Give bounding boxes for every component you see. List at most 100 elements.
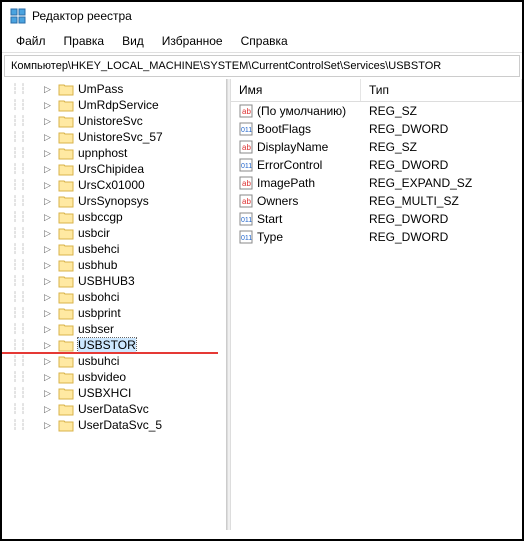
tree-item-usbvideo[interactable]: ▷usbvideo — [42, 369, 226, 385]
tree-item-unistoresvc[interactable]: ▷UnistoreSvc — [42, 113, 226, 129]
tree-item-usbcir[interactable]: ▷usbcir — [42, 225, 226, 241]
chevron-right-icon[interactable]: ▷ — [44, 228, 54, 239]
folder-icon — [58, 242, 74, 256]
tree-item-usbhub3[interactable]: ▷ USBHUB3 — [42, 273, 226, 289]
chevron-right-icon[interactable]: ▷ — [44, 84, 54, 95]
value-row[interactable]: 011BootFlagsREG_DWORD — [231, 120, 522, 138]
chevron-right-icon[interactable]: ▷ — [44, 116, 54, 127]
tree-item-usbstor[interactable]: ▷USBSTOR — [42, 337, 226, 353]
value-type: REG_MULTI_SZ — [361, 193, 522, 209]
value-row[interactable]: abImagePathREG_EXPAND_SZ — [231, 174, 522, 192]
tree-item-userdatasvc_5[interactable]: ▷UserDataSvc_5 — [42, 417, 226, 433]
chevron-right-icon[interactable]: ▷ — [44, 100, 54, 111]
chevron-right-icon[interactable]: ▷ — [44, 180, 54, 191]
folder-icon — [58, 338, 74, 352]
tree-item-usbuhci[interactable]: ▷ usbuhci — [42, 353, 226, 369]
folder-icon — [58, 322, 74, 336]
tree-item-upnphost[interactable]: ▷upnphost — [42, 145, 226, 161]
tree-item-usbohci[interactable]: ▷usbohci — [42, 289, 226, 305]
chevron-right-icon[interactable]: ▷ — [44, 372, 54, 383]
svg-text:ab: ab — [242, 197, 251, 206]
chevron-right-icon[interactable]: ▷ — [44, 340, 54, 351]
binary-value-icon: 011 — [239, 212, 253, 226]
value-type: REG_DWORD — [361, 211, 522, 227]
tree-item-label: usbuhci — [78, 354, 119, 368]
folder-icon — [58, 418, 74, 432]
folder-icon — [58, 290, 74, 304]
tree-item-urscx01000[interactable]: ▷ UrsCx01000 — [42, 177, 226, 193]
tree-item-usbprint[interactable]: ▷ usbprint — [42, 305, 226, 321]
value-type: REG_EXPAND_SZ — [361, 175, 522, 191]
chevron-right-icon[interactable]: ▷ — [44, 164, 54, 175]
chevron-right-icon[interactable]: ▷ — [44, 260, 54, 271]
menu-file[interactable]: Файл — [8, 32, 54, 50]
value-row[interactable]: 011ErrorControlREG_DWORD — [231, 156, 522, 174]
tree-item-label: UrsCx01000 — [78, 178, 145, 192]
chevron-right-icon[interactable]: ▷ — [44, 324, 54, 335]
chevron-right-icon[interactable]: ▷ — [44, 196, 54, 207]
tree-item-label: usbprint — [78, 306, 121, 320]
tree-item-usbccgp[interactable]: ▷usbccgp — [42, 209, 226, 225]
chevron-right-icon[interactable]: ▷ — [44, 388, 54, 399]
string-value-icon: ab — [239, 104, 253, 118]
chevron-right-icon[interactable]: ▷ — [44, 308, 54, 319]
chevron-right-icon[interactable]: ▷ — [44, 292, 54, 303]
tree-item-label: USBHUB3 — [78, 274, 135, 288]
tree-item-unistoresvc_57[interactable]: ▷ UnistoreSvc_57 — [42, 129, 226, 145]
value-row[interactable]: ab(По умолчанию)REG_SZ — [231, 102, 522, 120]
chevron-right-icon[interactable]: ▷ — [44, 212, 54, 223]
folder-icon — [58, 114, 74, 128]
value-name: BootFlags — [257, 122, 311, 136]
binary-value-icon: 011 — [239, 158, 253, 172]
menu-edit[interactable]: Правка — [56, 32, 113, 50]
chevron-right-icon[interactable]: ▷ — [44, 132, 54, 143]
value-type: REG_SZ — [361, 139, 522, 155]
titlebar: Редактор реестра — [2, 2, 522, 30]
value-row[interactable]: abOwnersREG_MULTI_SZ — [231, 192, 522, 210]
folder-icon — [58, 130, 74, 144]
tree-item-usbehci[interactable]: ▷ usbehci — [42, 241, 226, 257]
folder-icon — [58, 370, 74, 384]
chevron-right-icon[interactable]: ▷ — [44, 356, 54, 367]
value-row[interactable]: 011TypeREG_DWORD — [231, 228, 522, 246]
folder-icon — [58, 354, 74, 368]
value-row[interactable]: abDisplayNameREG_SZ — [231, 138, 522, 156]
tree-item-urschipidea[interactable]: ▷UrsChipidea — [42, 161, 226, 177]
address-bar[interactable]: Компьютер\HKEY_LOCAL_MACHINE\SYSTEM\Curr… — [4, 55, 520, 77]
tree-item-usbser[interactable]: ▷usbser — [42, 321, 226, 337]
folder-icon — [58, 194, 74, 208]
value-row[interactable]: 011 Start REG_DWORD — [231, 210, 522, 228]
folder-icon — [58, 274, 74, 288]
svg-text:011: 011 — [241, 163, 252, 170]
tree-item-usbhub[interactable]: ▷usbhub — [42, 257, 226, 273]
chevron-right-icon[interactable]: ▷ — [44, 148, 54, 159]
tree-item-label: UnistoreSvc_57 — [78, 130, 163, 144]
tree-panel[interactable]: ▷UmPass▷UmRdpService▷UnistoreSvc▷Unistor… — [2, 79, 227, 530]
tree-item-usbxhci[interactable]: ▷USBXHCI — [42, 385, 226, 401]
menu-view[interactable]: Вид — [114, 32, 152, 50]
svg-text:011: 011 — [241, 127, 252, 134]
string-value-icon: ab — [239, 176, 253, 190]
tree-item-userdatasvc[interactable]: ▷UserDataSvc — [42, 401, 226, 417]
chevron-right-icon[interactable]: ▷ — [44, 404, 54, 415]
value-name: Start — [257, 212, 282, 226]
menu-favorites[interactable]: Избранное — [154, 32, 231, 50]
folder-icon — [58, 386, 74, 400]
folder-icon — [58, 226, 74, 240]
menu-help[interactable]: Справка — [233, 32, 296, 50]
column-name[interactable]: Имя — [231, 79, 361, 101]
tree-item-umpass[interactable]: ▷UmPass — [42, 81, 226, 97]
values-panel[interactable]: Имя Тип ab(По умолчанию)REG_SZ 011 BootFla… — [231, 79, 522, 530]
tree-item-label: usbehci — [78, 242, 119, 256]
chevron-right-icon[interactable]: ▷ — [44, 420, 54, 431]
chevron-right-icon[interactable]: ▷ — [44, 276, 54, 287]
binary-value-icon: 011 — [239, 122, 253, 136]
tree-item-umrdpservice[interactable]: ▷UmRdpService — [42, 97, 226, 113]
svg-text:011: 011 — [241, 217, 252, 224]
column-type[interactable]: Тип — [361, 79, 522, 101]
value-type: REG_DWORD — [361, 229, 522, 245]
tree-item-urssynopsys[interactable]: ▷UrsSynopsys — [42, 193, 226, 209]
chevron-right-icon[interactable]: ▷ — [44, 244, 54, 255]
folder-icon — [58, 98, 74, 112]
folder-icon — [58, 258, 74, 272]
